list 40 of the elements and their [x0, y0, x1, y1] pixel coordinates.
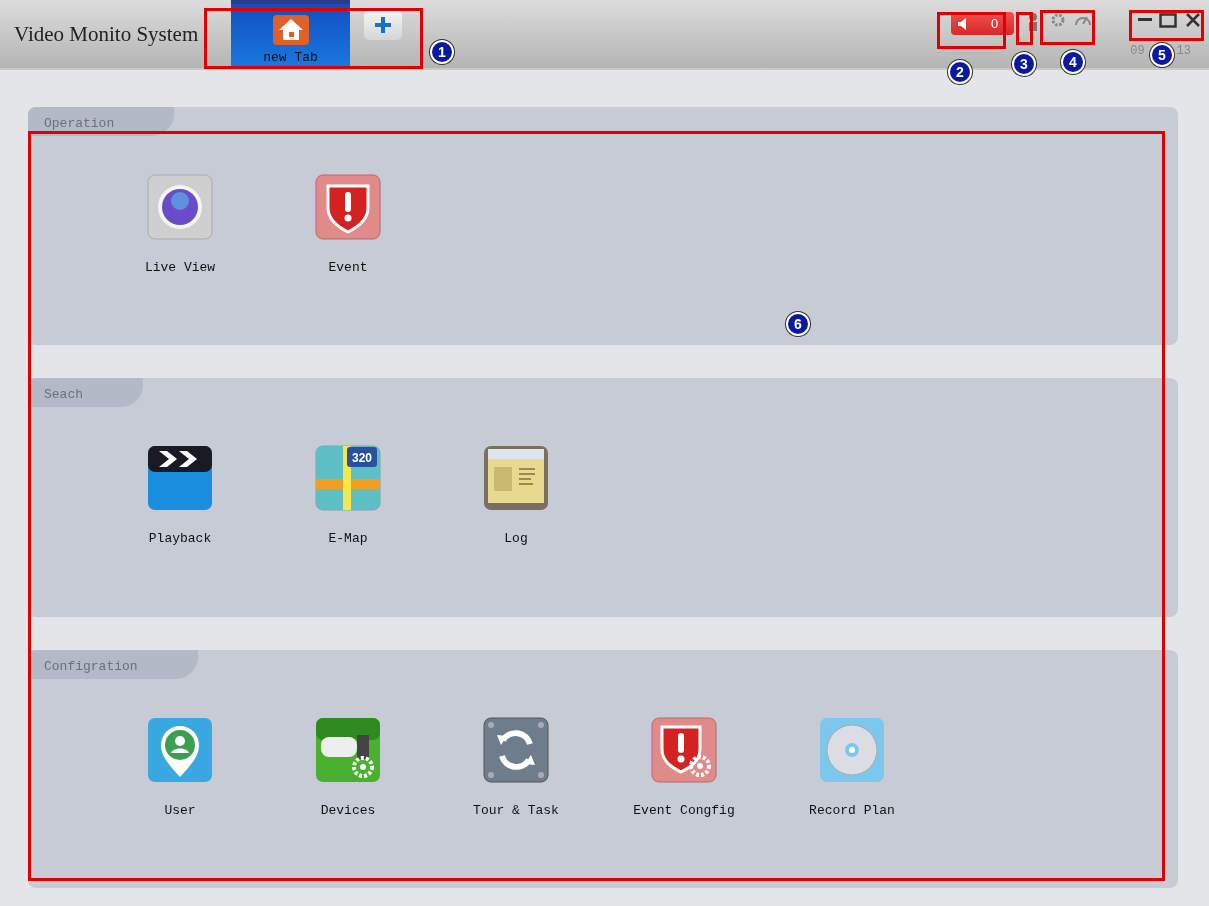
module-label[interactable]: Record Plan [809, 803, 895, 818]
camera-lens-icon [147, 174, 213, 240]
close-icon[interactable] [1185, 12, 1201, 28]
module-label[interactable]: Event [328, 260, 368, 275]
clapperboard-icon [147, 445, 213, 511]
module-label[interactable]: E-Map [328, 531, 368, 546]
callout-number: 2 [948, 60, 972, 84]
user-pin-icon [147, 717, 213, 783]
window-title: Video Monito System [13, 20, 200, 48]
home-tab[interactable]: new Tab [231, 0, 350, 68]
home-icon [272, 15, 309, 45]
section-title: Seach [28, 378, 143, 407]
annotation-frame [1016, 12, 1033, 45]
module-label[interactable]: Tour & Task [473, 803, 559, 818]
sync-arrows-icon [483, 717, 549, 783]
callout-number: 1 [430, 40, 454, 64]
module-label[interactable]: User [164, 803, 196, 818]
module-label[interactable]: Event Congfig [633, 803, 735, 818]
module-label[interactable]: Log [504, 531, 528, 546]
plus-icon [375, 17, 391, 33]
callout-number: 6 [786, 312, 810, 336]
annotation-frame [937, 12, 1006, 49]
callout-number: 5 [1150, 43, 1174, 67]
section-title: Configration [28, 650, 198, 679]
camera-gear-icon [315, 717, 381, 783]
clock-text: 13 [1176, 44, 1191, 58]
module-label[interactable]: Live View [144, 260, 216, 275]
shield-alert-icon [315, 174, 381, 240]
add-tab-button[interactable] [364, 10, 402, 40]
maximize-icon[interactable] [1159, 12, 1177, 28]
shield-gear-icon [651, 717, 717, 783]
user-icon[interactable] [1028, 12, 1039, 32]
settings-icon[interactable] [1050, 12, 1067, 28]
route-number: 320 [352, 451, 372, 465]
module-label[interactable]: Playback [148, 531, 212, 546]
document-icon [483, 445, 549, 511]
callout-number: 3 [1012, 52, 1036, 76]
annotation-frame [1040, 10, 1095, 45]
callout-number: 4 [1061, 50, 1085, 74]
module-label[interactable]: Devices [320, 803, 376, 818]
